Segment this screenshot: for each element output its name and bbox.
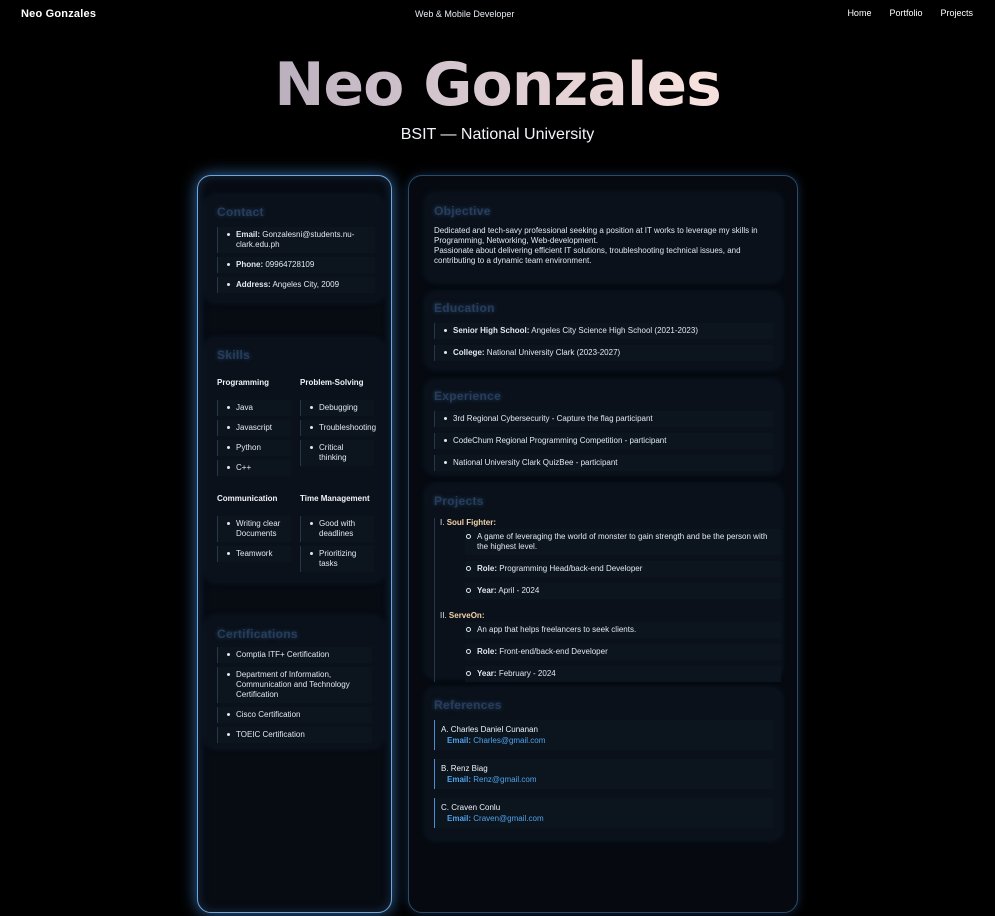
objective-text: Dedicated and tech-savy professional see… xyxy=(434,226,758,265)
references-card: References A. Charles Daniel Cunanan Ema… xyxy=(426,689,781,839)
skill-item: Troubleshooting xyxy=(300,420,376,436)
skill-item: Debugging xyxy=(300,400,374,416)
reference-email-link[interactable]: Renz@gmail.com xyxy=(473,775,536,784)
education-list: Senior High School: Angeles City Science… xyxy=(434,323,773,361)
skills-card: Skills Programming Java Javascript Pytho… xyxy=(206,339,382,581)
skill-category-problem-solving: Problem-Solving Debugging Troubleshootin… xyxy=(300,378,376,480)
certification-item: Comptia ITF+ Certification xyxy=(217,647,372,663)
education-item: Senior High School: Angeles City Science… xyxy=(434,323,773,339)
objective-heading: Objective xyxy=(434,204,491,218)
skill-category-title: Programming xyxy=(217,378,270,387)
skill-category-programming: Programming Java Javascript Python C++ xyxy=(217,378,300,480)
certification-item: TOEIC Certification xyxy=(217,727,372,743)
skill-category-title: Communication xyxy=(217,494,278,503)
skill-category-title: Problem-Solving xyxy=(300,378,364,387)
left-column: Contact Email: Gonzalesni@students.nu-cl… xyxy=(197,175,392,913)
project-year: Year: February - 2024 xyxy=(465,666,781,682)
experience-item: CodeChum Regional Programming Competitio… xyxy=(434,433,773,449)
reference-name: C. Craven Conlu xyxy=(441,803,501,812)
project-description: An app that helps freelancers to seek cl… xyxy=(465,622,781,638)
education-heading: Education xyxy=(434,301,495,315)
contact-card: Contact Email: Gonzalesni@students.nu-cl… xyxy=(206,196,382,301)
skill-category-communication: Communication Writing clear Documents Te… xyxy=(217,494,300,576)
nav-link-projects[interactable]: Projects xyxy=(940,8,973,18)
skill-item: Teamwork xyxy=(217,546,291,562)
certification-item: Cisco Certification xyxy=(217,707,372,723)
education-item: College: National University Clark (2023… xyxy=(434,345,773,361)
right-column: Objective Dedicated and tech-savy profes… xyxy=(408,175,798,913)
experience-item: National University Clark QuizBee - part… xyxy=(434,455,773,471)
references-list: A. Charles Daniel Cunanan Email: Charles… xyxy=(434,720,773,828)
skill-item: Javascript xyxy=(217,420,291,436)
reference-item: C. Craven Conlu Email: Craven@gmail.com xyxy=(434,798,773,828)
reference-name: A. Charles Daniel Cunanan xyxy=(441,725,538,734)
experience-card: Experience 3rd Regional Cybersecurity - … xyxy=(426,381,781,473)
reference-name: B. Renz Biag xyxy=(441,764,488,773)
skill-item: C++ xyxy=(217,460,291,476)
hero-name: Neo Gonzales xyxy=(0,50,995,120)
skill-category-time-management: Time Management Good with deadlines Prio… xyxy=(300,494,375,576)
experience-heading: Experience xyxy=(434,389,502,403)
skill-item: Java xyxy=(217,400,291,416)
nav-tagline: Web & Mobile Developer xyxy=(415,9,515,19)
skill-item: Writing clear Documents xyxy=(217,516,291,542)
contact-heading: Contact xyxy=(217,205,264,219)
projects-card: Projects I. Soul Fighter: A game of leve… xyxy=(426,485,781,682)
reference-email-link[interactable]: Craven@gmail.com xyxy=(473,814,543,823)
skill-category-title: Time Management xyxy=(300,494,370,503)
certification-item: Department of Information, Communication… xyxy=(217,667,372,703)
reference-email-link[interactable]: Charles@gmail.com xyxy=(473,736,545,745)
project-title: II. ServeOn: xyxy=(440,611,485,620)
skill-item: Python xyxy=(217,440,291,456)
certifications-card: Certifications Comptia ITF+ Certificatio… xyxy=(206,617,382,747)
skill-item: Prioritizing tasks xyxy=(300,546,374,572)
contact-list: Email: Gonzalesni@students.nu-clark.edu.… xyxy=(217,227,375,293)
skills-grid: Programming Java Javascript Python C++ P… xyxy=(217,378,382,590)
objective-card: Objective Dedicated and tech-savy profes… xyxy=(426,194,781,281)
project-role: Role: Programming Head/back-end Develope… xyxy=(465,561,781,577)
nav-link-portfolio[interactable]: Portfolio xyxy=(889,8,922,18)
project-year: Year: April - 2024 xyxy=(465,583,781,599)
brand-name[interactable]: Neo Gonzales xyxy=(21,8,96,20)
contact-address: Address: Angeles City, 2009 xyxy=(217,277,375,293)
skill-item: Good with deadlines xyxy=(300,516,374,542)
nav-links: Home Portfolio Projects xyxy=(847,8,973,18)
references-heading: References xyxy=(434,698,502,712)
contact-phone: Phone: 09964728109 xyxy=(217,257,375,273)
project-item: I. Soul Fighter: A game of leveraging th… xyxy=(434,518,781,682)
certifications-heading: Certifications xyxy=(217,627,298,641)
project-title: I. Soul Fighter: xyxy=(440,518,497,527)
projects-heading: Projects xyxy=(434,494,484,508)
hero-subtitle: BSIT — National University xyxy=(400,126,595,143)
experience-item: 3rd Regional Cybersecurity - Capture the… xyxy=(434,411,773,427)
education-card: Education Senior High School: Angeles Ci… xyxy=(426,293,781,368)
reference-item: A. Charles Daniel Cunanan Email: Charles… xyxy=(434,720,773,750)
project-role: Role: Front-end/back-end Developer xyxy=(465,644,781,660)
project-description: A game of leveraging the world of monste… xyxy=(465,529,781,555)
experience-list: 3rd Regional Cybersecurity - Capture the… xyxy=(434,411,773,471)
nav-link-home[interactable]: Home xyxy=(847,8,871,18)
skills-heading: Skills xyxy=(217,348,251,362)
top-nav: Neo Gonzales Web & Mobile Developer Home… xyxy=(0,0,995,28)
contact-email: Email: Gonzalesni@students.nu-clark.edu.… xyxy=(217,227,375,253)
projects-list: I. Soul Fighter: A game of leveraging th… xyxy=(434,518,781,682)
skill-item: Critical thinking xyxy=(300,440,374,466)
certifications-list: Comptia ITF+ Certification Department of… xyxy=(217,647,372,743)
reference-item: B. Renz Biag Email: Renz@gmail.com xyxy=(434,759,773,789)
